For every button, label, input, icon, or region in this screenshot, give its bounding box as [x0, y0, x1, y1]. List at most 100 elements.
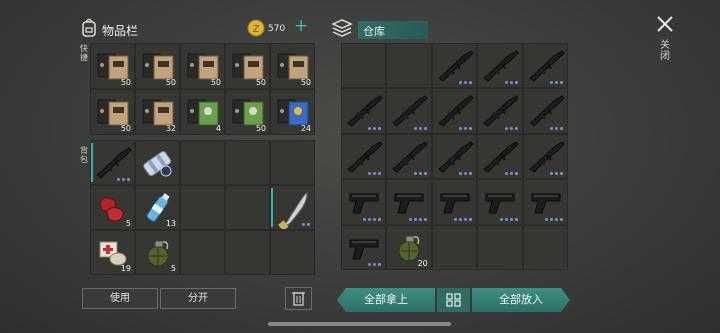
- quality-dots: [459, 126, 473, 130]
- sort-button[interactable]: [437, 288, 470, 312]
- item-count: 50: [255, 78, 266, 87]
- backpack-slot[interactable]: 19: [90, 230, 135, 275]
- add-coins-button[interactable]: +: [294, 16, 308, 36]
- warehouse-slot[interactable]: [341, 224, 387, 270]
- take-all-button[interactable]: 全部拿上: [337, 288, 435, 312]
- quality-dots: [363, 217, 382, 221]
- backpack-slot[interactable]: [180, 230, 225, 275]
- warehouse-slot[interactable]: [386, 43, 432, 89]
- close-icon: [655, 16, 675, 38]
- backpack-slot[interactable]: [90, 140, 135, 185]
- quality-dots: [368, 172, 382, 176]
- split-button[interactable]: 分开: [160, 288, 236, 309]
- quick-slot[interactable]: 50: [180, 43, 225, 89]
- put-all-button[interactable]: 全部放入: [472, 288, 570, 312]
- backpack-slot[interactable]: [225, 185, 270, 230]
- quality-dots: [549, 81, 563, 85]
- quality-dots: [454, 217, 473, 221]
- close-label[interactable]: 关闭: [659, 40, 671, 62]
- use-button[interactable]: 使用: [82, 288, 158, 309]
- backpack-icon: [80, 17, 98, 37]
- backpack-slot[interactable]: [270, 230, 315, 275]
- backpack-slot[interactable]: [225, 140, 270, 185]
- item-count: 50: [300, 78, 311, 87]
- backpack-label: 背包: [80, 146, 88, 164]
- warehouse-slot[interactable]: [341, 179, 387, 225]
- quality-dots: [459, 172, 473, 176]
- warehouse-slot[interactable]: [522, 224, 568, 270]
- warehouse-slot[interactable]: [477, 179, 523, 225]
- backpack-slot[interactable]: 5: [135, 230, 180, 275]
- warehouse-title: 仓库: [363, 25, 385, 38]
- grid-sort-icon: [437, 293, 470, 315]
- quick-slot[interactable]: 50: [225, 43, 270, 89]
- warehouse-slot[interactable]: [341, 133, 387, 180]
- warehouse-slot[interactable]: [386, 133, 432, 180]
- backpack-slot[interactable]: [180, 185, 225, 230]
- backpack-slot[interactable]: 13: [135, 185, 180, 230]
- backpack-slot[interactable]: [270, 185, 315, 230]
- item-count: 32: [165, 124, 176, 133]
- warehouse-slot[interactable]: [477, 224, 523, 270]
- warehouse-slot[interactable]: [431, 224, 478, 270]
- quality-dots: [504, 126, 518, 130]
- item-count: 50: [165, 78, 176, 87]
- quick-slot[interactable]: 50: [225, 89, 270, 135]
- warehouse-slot[interactable]: [522, 133, 568, 180]
- warehouse-slot[interactable]: [431, 179, 478, 225]
- warehouse-slot[interactable]: [431, 43, 478, 89]
- warehouse-slot[interactable]: [431, 133, 478, 180]
- svg-text:Z: Z: [253, 24, 260, 35]
- warehouse-slot[interactable]: [431, 88, 478, 134]
- quick-slot[interactable]: 50: [135, 43, 180, 89]
- backpack-grid: 5 13 19 5: [90, 140, 315, 275]
- warehouse-slot[interactable]: [341, 43, 387, 89]
- warehouse-slot[interactable]: [386, 88, 432, 134]
- trash-icon: [286, 292, 311, 312]
- quality-dots: [413, 172, 427, 176]
- warehouse-slot[interactable]: [477, 133, 523, 180]
- item-count: 24: [300, 124, 311, 133]
- quick-slot[interactable]: 24: [270, 89, 315, 135]
- quality-dots: [302, 223, 310, 226]
- quality-dots: [368, 262, 382, 266]
- quick-slot[interactable]: 4: [180, 89, 225, 135]
- warehouse-slot[interactable]: 20: [386, 224, 432, 270]
- warehouse-icon: [331, 18, 353, 38]
- item-count: 13: [165, 219, 176, 228]
- quality-dots: [459, 81, 473, 85]
- trash-button[interactable]: [285, 287, 312, 310]
- item-count: 4: [215, 124, 221, 133]
- quick-slot[interactable]: 50: [270, 43, 315, 89]
- backpack-slot[interactable]: [180, 140, 225, 185]
- warehouse-slot[interactable]: [477, 88, 523, 134]
- quick-slot[interactable]: 50: [90, 43, 135, 89]
- quick-slot[interactable]: 32: [135, 89, 180, 135]
- quick-slots-grid: 50 50 50 50 50 50 32 4 50 24: [90, 43, 315, 135]
- quality-dots: [368, 126, 382, 130]
- quality-dots: [413, 126, 427, 130]
- inventory-title: 物品栏: [102, 24, 139, 38]
- item-count: 50: [255, 124, 266, 133]
- item-count: 20: [417, 258, 428, 268]
- home-indicator[interactable]: [268, 322, 451, 326]
- backpack-slot[interactable]: [135, 140, 180, 185]
- warehouse-slot[interactable]: [522, 179, 568, 225]
- item-count: 19: [120, 264, 131, 273]
- quality-dots: [117, 178, 130, 181]
- close-button[interactable]: [655, 14, 675, 34]
- quality-dots: [408, 217, 427, 221]
- quality-dots: [544, 217, 563, 221]
- warehouse-slot[interactable]: [341, 88, 387, 134]
- warehouse-slot[interactable]: [522, 43, 568, 89]
- backpack-slot[interactable]: 5: [90, 185, 135, 230]
- backpack-slot[interactable]: [270, 140, 315, 185]
- quick-slot[interactable]: 50: [90, 89, 135, 135]
- warehouse-slot[interactable]: [386, 179, 432, 225]
- warehouse-slot[interactable]: [477, 43, 523, 89]
- item-count: 50: [120, 124, 131, 133]
- backpack-slot[interactable]: [225, 230, 270, 275]
- quality-dots: [504, 81, 518, 85]
- warehouse-slot[interactable]: [522, 88, 568, 134]
- item-count: 50: [120, 78, 131, 87]
